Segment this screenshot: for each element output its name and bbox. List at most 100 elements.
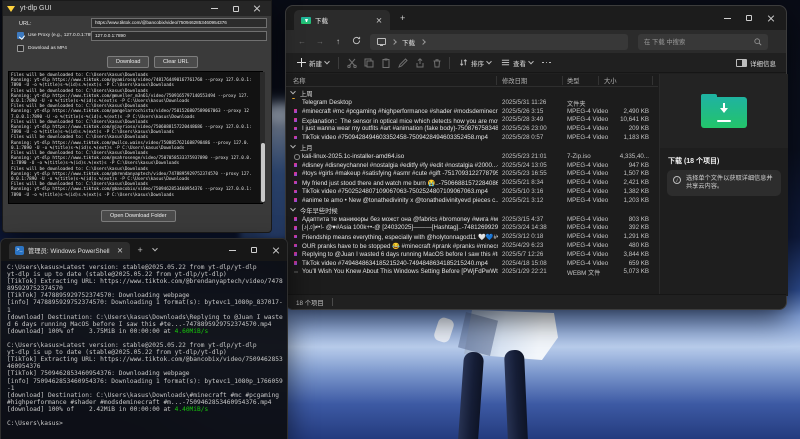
file-name: kali-linux-2025.1c-installer-amd64.iso: [302, 153, 498, 160]
file-name: TikTok video #7509428494603352458-750942…: [302, 134, 498, 141]
terminal-line: [7, 413, 283, 420]
maximize-button[interactable]: [225, 1, 246, 16]
file-row[interactable]: Telegram Desktop2025/5/31 11:26文件夹: [286, 98, 658, 107]
file-row[interactable]: Explanation：The sensor in optical mice w…: [286, 116, 658, 125]
column-header-date[interactable]: 修改日期: [502, 76, 527, 85]
group-collapse-icon[interactable]: [290, 206, 296, 212]
file-row[interactable]: Replying to @Juan I wasted 6 days runnin…: [286, 250, 658, 259]
group-collapse-icon[interactable]: [290, 143, 296, 149]
new-tab-button[interactable]: +: [400, 13, 405, 23]
refresh-icon[interactable]: [348, 36, 364, 47]
breadcrumb-item-downloads[interactable]: 下载: [402, 37, 415, 47]
file-row[interactable]: You'll Wish You Knew About This Windows …: [286, 268, 658, 277]
group-header[interactable]: 上周: [286, 88, 658, 98]
file-row[interactable]: TikTok video #7494848634185215240-749484…: [286, 259, 658, 268]
explorer-tab-downloads[interactable]: 下载: [294, 10, 390, 30]
paste-icon[interactable]: [377, 55, 394, 71]
more-options-icon[interactable]: [538, 55, 555, 71]
ytdlp-gui-window: yt-dlp GUI URL: https://www.tiktok.com/@…: [2, 0, 272, 233]
terminal-output[interactable]: C:\Users\kasus>Latest version: stable@20…: [7, 264, 283, 439]
copy-icon[interactable]: [360, 55, 377, 71]
file-row[interactable]: #minecraft #mc #pcgaming #highperformanc…: [286, 107, 658, 116]
tab-close-icon[interactable]: [376, 17, 382, 23]
proxy-checkbox[interactable]: [17, 32, 24, 39]
open-download-folder-button[interactable]: Open Download Folder: [101, 210, 176, 222]
terminal-line: 460954376: [7, 363, 283, 370]
column-divider[interactable]: [496, 76, 497, 85]
window-title: yt-dlp GUI: [20, 5, 204, 12]
file-date: 2025/5/28 0:57: [502, 134, 566, 141]
scrollbar-thumb[interactable]: [261, 143, 265, 202]
group-header[interactable]: 今年早些时候: [286, 205, 658, 215]
new-button[interactable]: 新建: [292, 55, 334, 71]
column-divider[interactable]: [598, 76, 599, 85]
maximize-button[interactable]: [738, 6, 760, 30]
back-icon[interactable]: ←: [294, 37, 310, 46]
sort-button[interactable]: 排序: [454, 55, 496, 71]
download-button[interactable]: Download: [107, 56, 149, 68]
minimize-button[interactable]: [716, 6, 738, 30]
preview-hint-text: 选择单个文件以获取详细信息并共享云内容。: [686, 175, 775, 191]
file-row[interactable]: Friendship means everything, especially …: [286, 232, 658, 241]
file-row[interactable]: kali-linux-2025.1c-installer-amd64.iso20…: [286, 152, 658, 161]
clear-url-button[interactable]: Clear URL: [154, 56, 198, 68]
details-button[interactable]: 详细信息: [750, 58, 776, 68]
column-divider[interactable]: [562, 76, 563, 85]
file-date: 2025/4/18 15:08: [502, 260, 566, 267]
file-row[interactable]: OUR pranks have to be stopped 😂 #minecra…: [286, 241, 658, 250]
url-input[interactable]: https://www.tiktok.com/@bancobix/video/7…: [91, 18, 267, 28]
file-row[interactable]: [♪|♫]≠•!- @♥#Asia 100k+•-@ [24032025]———…: [286, 224, 658, 233]
view-button[interactable]: 查看: [496, 55, 538, 71]
tab-close-icon[interactable]: [117, 247, 123, 253]
file-size: 392 KB: [586, 224, 649, 231]
close-button[interactable]: [760, 6, 782, 30]
file-size: 947 KB: [586, 162, 649, 169]
terminal-title-bar: >_ 管理员: Windows PowerShell +: [1, 239, 287, 261]
file-row[interactable]: TikTok video #7509428494603352458-750942…: [286, 133, 658, 142]
chevron-right-icon: [391, 39, 397, 45]
sort-button-label: 排序: [471, 58, 484, 68]
file-row[interactable]: #anime te amo • New @tonathedivinity x @…: [286, 196, 658, 205]
log-line: Running: yt-dlp https://www.tiktok.com/@…: [11, 78, 254, 88]
terminal-tab[interactable]: >_ 管理员: Windows PowerShell: [9, 242, 130, 259]
forward-icon[interactable]: →: [312, 37, 328, 46]
column-header-name[interactable]: 名称: [293, 76, 306, 85]
log-line: Running: yt-dlp https://www.tiktok.com/@…: [11, 187, 254, 197]
file-size: 2,490 KB: [586, 108, 649, 115]
group-header[interactable]: 上月: [286, 142, 658, 152]
close-button[interactable]: [246, 1, 267, 16]
share-icon[interactable]: [411, 55, 428, 71]
cut-icon[interactable]: [343, 55, 360, 71]
minimize-button[interactable]: [204, 1, 225, 16]
app-icon: [7, 5, 15, 13]
new-tab-button[interactable]: +: [138, 245, 143, 255]
rename-icon[interactable]: [394, 55, 411, 71]
file-row[interactable]: I just wanna wear my outfits #art #anima…: [286, 124, 658, 133]
log-scrollbar[interactable]: [260, 72, 265, 203]
gui-log[interactable]: Files will be downloaded to: C:\Users\ka…: [8, 71, 263, 204]
tab-dropdown-icon[interactable]: [152, 246, 158, 252]
close-button[interactable]: [265, 239, 287, 261]
file-row[interactable]: Адаптита те маникюры без можст она @fabr…: [286, 215, 658, 224]
file-row[interactable]: TikTok video #7502524807109067063-750252…: [286, 187, 658, 196]
file-row[interactable]: #toys #girls #makeup #satisfying #asmr #…: [286, 170, 658, 179]
proxy-input[interactable]: 127.0.0.1:7890: [91, 31, 267, 41]
terminal-line: [TikTok] Extracting URL: https://www.tik…: [7, 356, 283, 363]
column-header-size[interactable]: 大小: [604, 76, 617, 85]
up-icon[interactable]: ↑: [330, 37, 346, 46]
file-row[interactable]: #disney #disneychannel #nostalgia #editf…: [286, 161, 658, 170]
group-collapse-icon[interactable]: [290, 89, 296, 95]
search-input[interactable]: 在 下载 中搜索: [638, 34, 768, 50]
file-size: 4,335,40...: [586, 153, 649, 160]
delete-icon[interactable]: [428, 55, 445, 71]
file-row[interactable]: My friend just stood there and watch me …: [286, 178, 658, 187]
column-header-type[interactable]: 类型: [567, 76, 580, 85]
breadcrumb[interactable]: 下载: [370, 34, 628, 50]
column-divider[interactable]: [652, 76, 653, 85]
terminal-line: #highperformance #shader #modsdeminecraf…: [7, 399, 283, 406]
minimize-button[interactable]: [221, 239, 243, 261]
terminal-line: 1: [7, 307, 283, 314]
maximize-button[interactable]: [243, 239, 265, 261]
mp4-checkbox[interactable]: [17, 45, 24, 52]
file-size: 10,641 KB: [586, 116, 649, 123]
